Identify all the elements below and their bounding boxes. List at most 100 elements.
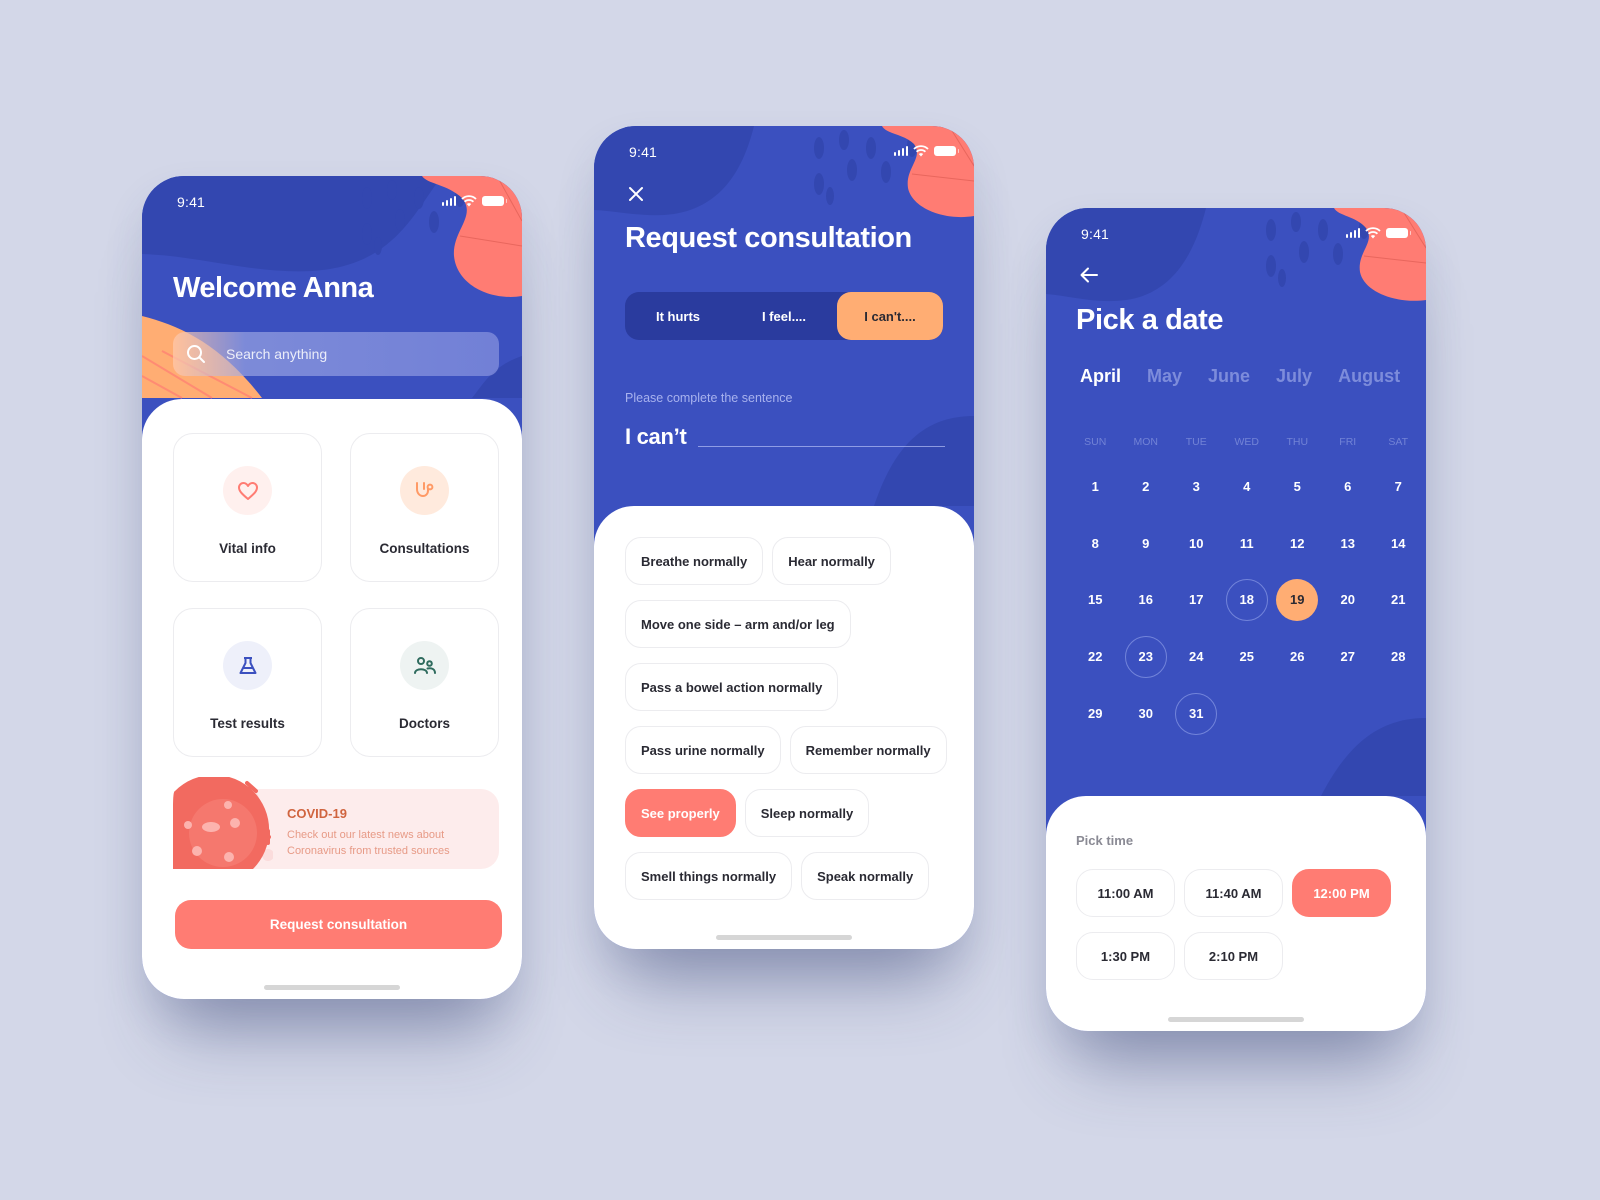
- time-slot[interactable]: 1:30 PM: [1076, 932, 1175, 980]
- back-arrow-icon[interactable]: [1079, 266, 1099, 284]
- calendar-day-number[interactable]: 28: [1377, 636, 1419, 678]
- tile-icon-circle: [400, 641, 449, 690]
- tile-doctors[interactable]: Doctors: [350, 608, 499, 757]
- time-slot[interactable]: 11:40 AM: [1184, 869, 1283, 917]
- option-chip[interactable]: Move one side – arm and/or leg: [625, 600, 851, 648]
- calendar-day-number[interactable]: 3: [1175, 465, 1217, 507]
- calendar-day: 3: [1171, 458, 1222, 515]
- option-chip[interactable]: Hear normally: [772, 537, 891, 585]
- month-tab-april[interactable]: April: [1080, 366, 1121, 387]
- calendar-day-number[interactable]: 8: [1074, 522, 1116, 564]
- home-indicator: [716, 935, 852, 940]
- calendar-day-number[interactable]: 9: [1125, 522, 1167, 564]
- status-icons: [893, 145, 959, 157]
- calendar-day-number[interactable]: 16: [1125, 579, 1167, 621]
- users-icon: [413, 656, 436, 674]
- page-title: Request consultation: [625, 222, 912, 254]
- option-chip[interactable]: Breathe normally: [625, 537, 764, 585]
- calendar-day-number[interactable]: 22: [1074, 636, 1116, 678]
- tile-grid: Vital info Consultations Test results Do…: [173, 433, 499, 757]
- option-chip[interactable]: Speak normally: [801, 852, 930, 900]
- month-tab-may[interactable]: May: [1147, 366, 1182, 387]
- calendar-days: 1 2 3 4 5 6 7 8 9 10 11 12 13 14 15 16 17 18 19 20 21 22 23 24 2…: [1070, 458, 1424, 742]
- battery-icon: [934, 146, 959, 156]
- calendar-day-number[interactable]: 2: [1125, 465, 1167, 507]
- calendar-day: 8: [1070, 515, 1121, 572]
- calendar-day-number[interactable]: 7: [1377, 465, 1419, 507]
- weekday-label: SAT: [1388, 436, 1409, 448]
- calendar-day-number[interactable]: 23: [1124, 635, 1167, 678]
- request-consultation-button[interactable]: Request consultation: [175, 900, 502, 949]
- close-icon[interactable]: [626, 184, 646, 204]
- calendar: SUN MON TUE WED THU FRI SAT 1 2 3 4 5 6 7 8 9 10 1…: [1070, 436, 1424, 742]
- calendar-day: 22: [1070, 628, 1121, 685]
- tile-icon-circle: [223, 641, 272, 690]
- calendar-day-selected: 19: [1272, 572, 1323, 629]
- tab-i-cant[interactable]: I can't....: [837, 292, 943, 340]
- tab-i-feel[interactable]: I feel....: [731, 292, 837, 340]
- tile-label: Test results: [210, 716, 285, 731]
- calendar-day: 18: [1222, 572, 1273, 629]
- tile-icon-circle: [400, 466, 449, 515]
- time-slot[interactable]: 11:00 AM: [1076, 869, 1175, 917]
- tile-consultations[interactable]: Consultations: [350, 433, 499, 582]
- welcome-heading: Welcome Anna: [173, 272, 374, 304]
- calendar-day-number[interactable]: 31: [1175, 692, 1218, 735]
- page-title: Pick a date: [1076, 304, 1224, 336]
- calendar-day: 25: [1222, 628, 1273, 685]
- month-tab-july[interactable]: July: [1276, 366, 1312, 387]
- calendar-day-number[interactable]: 25: [1226, 636, 1268, 678]
- month-tab-august[interactable]: August: [1338, 366, 1400, 387]
- calendar-day: 26: [1272, 628, 1323, 685]
- covid-banner[interactable]: COVID-19 Check out our latest news about…: [173, 777, 499, 869]
- calendar-day-number[interactable]: 4: [1226, 465, 1268, 507]
- calendar-day-number[interactable]: 13: [1327, 522, 1369, 564]
- calendar-day-number[interactable]: 20: [1327, 579, 1369, 621]
- calendar-day-number[interactable]: 27: [1327, 636, 1369, 678]
- tile-vital-info[interactable]: Vital info: [173, 433, 322, 582]
- calendar-day-number[interactable]: 14: [1377, 522, 1419, 564]
- calendar-day: 5: [1272, 458, 1323, 515]
- consultation-screen: 9:41 Request consultation It hurts I fee…: [594, 126, 974, 949]
- calendar-day: 2: [1121, 458, 1172, 515]
- weekday-label: SUN: [1084, 436, 1107, 448]
- option-chip[interactable]: Smell things normally: [625, 852, 793, 900]
- option-chip[interactable]: Sleep normally: [744, 789, 870, 837]
- time-slot-selected[interactable]: 12:00 PM: [1292, 869, 1391, 917]
- heart-icon: [237, 481, 258, 500]
- calendar-day-number[interactable]: 18: [1225, 578, 1268, 621]
- calendar-day-number[interactable]: 19: [1276, 578, 1319, 621]
- sentence-input[interactable]: [698, 425, 946, 447]
- calendar-day-number[interactable]: 17: [1175, 579, 1217, 621]
- calendar-day-number[interactable]: 12: [1276, 522, 1318, 564]
- calendar-day-number[interactable]: 15: [1074, 579, 1116, 621]
- option-chip[interactable]: Remember normally: [789, 726, 947, 774]
- calendar-day-number[interactable]: 24: [1175, 636, 1217, 678]
- tab-it-hurts[interactable]: It hurts: [625, 292, 731, 340]
- calendar-day-number[interactable]: 6: [1327, 465, 1369, 507]
- time-slot[interactable]: 2:10 PM: [1184, 932, 1283, 980]
- calendar-day-number[interactable]: 26: [1276, 636, 1318, 678]
- search-input[interactable]: [226, 346, 476, 362]
- search-bar[interactable]: [173, 332, 499, 376]
- option-chip[interactable]: Pass urine normally: [625, 726, 781, 774]
- weekday-header: SUN MON TUE WED THU FRI SAT: [1070, 436, 1424, 448]
- calendar-day-number[interactable]: 10: [1175, 522, 1217, 564]
- calendar-day-number[interactable]: 21: [1377, 579, 1419, 621]
- option-chip-selected[interactable]: See properly: [625, 789, 736, 837]
- option-chip[interactable]: Pass a bowel action normally: [625, 663, 839, 711]
- status-icons: [1345, 227, 1411, 239]
- status-icons: [441, 195, 507, 207]
- calendar-day-number[interactable]: 30: [1125, 693, 1167, 735]
- month-tab-june[interactable]: June: [1208, 366, 1250, 387]
- calendar-day-number[interactable]: 5: [1276, 465, 1318, 507]
- calendar-day: 17: [1171, 572, 1222, 629]
- signal-icon: [441, 196, 456, 206]
- tile-test-results[interactable]: Test results: [173, 608, 322, 757]
- calendar-day-number[interactable]: 29: [1074, 693, 1116, 735]
- calendar-day-number[interactable]: 11: [1226, 522, 1268, 564]
- option-chips: Breathe normally Hear normally Move one …: [625, 537, 955, 900]
- time-slots: 11:00 AM 11:40 AM 12:00 PM 1:30 PM 2:10 …: [1076, 869, 1391, 980]
- calendar-day: 15: [1070, 572, 1121, 629]
- calendar-day-number[interactable]: 1: [1074, 465, 1116, 507]
